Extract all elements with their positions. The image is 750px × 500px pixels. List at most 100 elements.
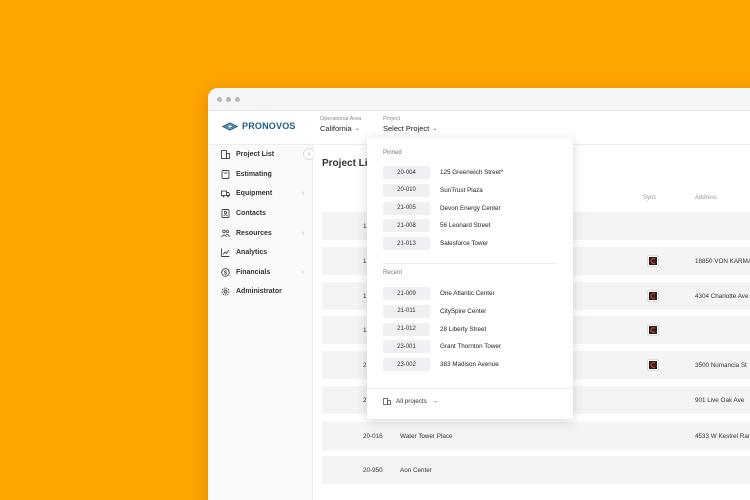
all-projects-link[interactable]: All projects → xyxy=(383,397,438,405)
project-dropdown: Pinned 20-004 125 Greenwich Street* 20-010… xyxy=(367,138,573,419)
recent-section-label: Recent xyxy=(383,270,403,276)
chevron-right-icon: › xyxy=(301,229,304,237)
calculator-icon xyxy=(220,169,230,179)
dropdown-project-item[interactable]: 23-002 383 Madison Avenue xyxy=(383,358,499,372)
table-row[interactable]: 20-016 Water Tower Place 4533 W Kestrel Ra… xyxy=(322,422,750,450)
window-minimize-dot[interactable] xyxy=(226,96,231,102)
chevron-right-icon: › xyxy=(301,190,304,198)
divider xyxy=(367,388,573,389)
sidebar-item-contacts[interactable]: Contacts xyxy=(208,204,312,224)
sidebar-item-estimating[interactable]: Estimating xyxy=(208,165,312,185)
window-close-dot[interactable] xyxy=(217,96,222,102)
window-maximize-dot[interactable] xyxy=(235,96,240,102)
project-name: One Atlantic Center xyxy=(440,290,495,297)
all-projects-label: All projects xyxy=(396,397,427,405)
project-selector[interactable]: Project Select Project ⌄ xyxy=(383,116,437,133)
project-number-badge: 21-013 xyxy=(383,237,430,251)
sidebar-item-financials[interactable]: $ Financials › xyxy=(208,263,312,283)
chevron-down-icon: ⌄ xyxy=(354,126,360,132)
sidebar-item-label: Administrator xyxy=(236,288,282,296)
sidebar-item-label: Estimating xyxy=(236,170,272,178)
project-number-cell: 1 xyxy=(363,292,367,300)
project-name: Devon Energy Center xyxy=(440,204,501,212)
column-header-address[interactable]: Address xyxy=(695,195,717,201)
project-name: 28 Liberty Street xyxy=(440,325,487,333)
project-number-badge: 23-002 xyxy=(383,358,430,372)
sidebar-item-equipment[interactable]: Equipment › xyxy=(208,184,312,204)
sidebar-item-project-list[interactable]: Project List xyxy=(208,145,312,165)
sync-logo-icon[interactable] xyxy=(647,359,659,371)
address-cell: 901 Live Oak Ave xyxy=(695,396,745,404)
dropdown-project-item[interactable]: 21-008 56 Leonard Street xyxy=(383,219,491,233)
pinned-section-label: Pinned xyxy=(383,150,402,156)
project-number-cell: 2 xyxy=(363,396,367,404)
project-number-badge: 20-010 xyxy=(383,183,430,197)
project-name: 56 Leonard Street xyxy=(440,222,491,230)
project-name: Salesforce Tower xyxy=(440,240,489,248)
project-number-cell: 1 xyxy=(363,257,367,265)
dropdown-project-item[interactable]: 21-009 One Atlantic Center xyxy=(383,287,495,300)
dropdown-project-item[interactable]: 21-011 CitySpire Center xyxy=(383,304,487,318)
brand-name: PRONOVOS xyxy=(242,121,296,131)
dropdown-project-item[interactable]: 21-005 Devon Energy Center xyxy=(383,201,501,215)
sidebar-item-label: Equipment xyxy=(236,190,273,198)
project-label: Project xyxy=(383,116,401,122)
dropdown-project-item[interactable]: 20-010 SunTrust Plaza xyxy=(383,183,483,197)
project-number-cell: 2 xyxy=(363,361,367,369)
chevron-right-icon: › xyxy=(301,268,304,276)
dropdown-project-item[interactable]: 21-012 28 Liberty Street xyxy=(383,322,487,336)
operational-area-value: California xyxy=(320,124,352,133)
operational-area-selector[interactable]: Operational Area California ⌄ xyxy=(320,116,361,133)
brand-logo[interactable]: PRONOVOS xyxy=(222,121,296,131)
building-icon xyxy=(220,150,230,160)
dropdown-project-item[interactable]: 20-004 125 Greenwich Street* xyxy=(383,166,503,179)
arrow-right-icon: → xyxy=(431,397,439,405)
pronovos-logo-icon xyxy=(222,121,238,131)
project-name: 383 Madison Avenue xyxy=(440,361,499,369)
sync-logo-icon[interactable] xyxy=(647,324,659,336)
project-number-badge: 21-012 xyxy=(383,322,430,336)
sidebar-item-label: Project List xyxy=(236,151,275,159)
project-number-badge: 21-005 xyxy=(383,201,430,215)
people-icon xyxy=(220,228,230,238)
project-name: Grant Thornton Tower xyxy=(440,343,502,351)
project-name: 125 Greenwich Street* xyxy=(440,169,504,176)
building-icon xyxy=(383,398,391,405)
sidebar: ‹ Project List Estimating Equipment › Contac… xyxy=(208,145,315,500)
project-number-badge: 21-011 xyxy=(383,304,430,318)
sync-logo-icon[interactable] xyxy=(647,290,659,302)
sidebar-item-administrator[interactable]: Administrator xyxy=(208,282,312,302)
project-number-cell: 20-016 xyxy=(363,432,383,440)
project-number-badge: 21-009 xyxy=(383,287,430,300)
chart-icon xyxy=(220,248,230,258)
project-number-badge: 23-001 xyxy=(383,340,430,354)
sidebar-item-label: Contacts xyxy=(236,210,266,218)
sidebar-item-resources[interactable]: Resources › xyxy=(208,223,312,243)
address-cell: 3500 Numancia St xyxy=(695,361,747,369)
project-name-cell[interactable]: Water Tower Place xyxy=(400,433,453,440)
truck-icon xyxy=(220,189,230,199)
project-value: Select Project xyxy=(383,124,430,133)
sync-logo-icon[interactable] xyxy=(647,255,659,267)
sidebar-item-analytics[interactable]: Analytics xyxy=(208,243,312,263)
dropdown-project-item[interactable]: 21-013 Salesforce Tower xyxy=(383,237,489,251)
project-number-badge: 20-004 xyxy=(383,166,430,179)
sidebar-item-label: Resources xyxy=(236,229,272,237)
project-name-cell[interactable]: Aon Center xyxy=(400,467,432,474)
address-cell: 4304 Charlotte Ave xyxy=(695,292,749,300)
project-name: SunTrust Plaza xyxy=(440,186,483,194)
table-row[interactable]: 20-950 Aon Center xyxy=(322,456,750,484)
column-header-sync[interactable]: Sync xyxy=(643,195,656,201)
project-name: CitySpire Center xyxy=(440,307,487,315)
contact-icon xyxy=(220,209,230,219)
window-titlebar xyxy=(208,88,750,111)
project-number-badge: 21-008 xyxy=(383,219,430,233)
address-cell: 4533 W Kestrel Range xyxy=(695,432,750,440)
project-number-cell: 1 xyxy=(363,222,367,230)
project-number-cell: 20-950 xyxy=(363,466,383,474)
operational-area-label: Operational Area xyxy=(320,116,362,122)
gear-icon xyxy=(220,287,230,297)
dropdown-project-item[interactable]: 23-001 Grant Thornton Tower xyxy=(383,340,502,354)
address-cell: 18850 VON KARMAN xyxy=(695,257,750,265)
chevron-down-icon: ⌄ xyxy=(432,126,438,132)
